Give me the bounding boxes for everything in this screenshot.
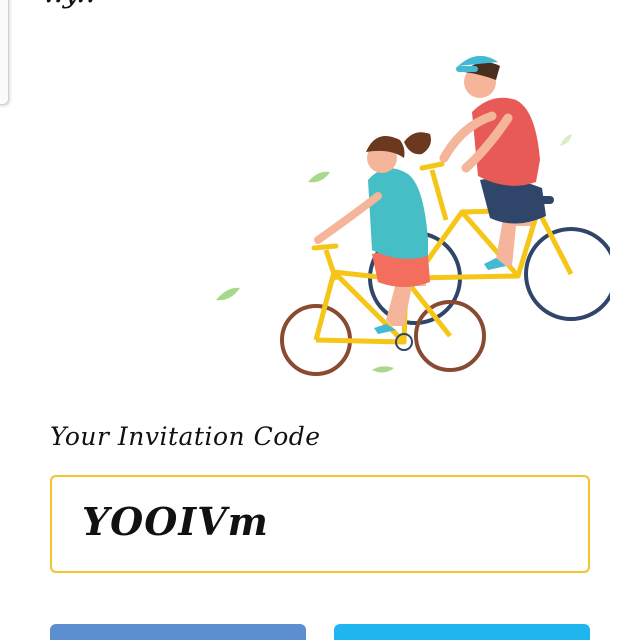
primary-action-button[interactable] [50, 624, 306, 640]
secondary-action-button[interactable] [334, 624, 590, 640]
leaf-icon [372, 366, 394, 373]
leaf-icon [560, 134, 572, 146]
woman-rider [314, 132, 431, 334]
invitation-code-label: Your Invitation Code [50, 422, 321, 451]
leaf-icon [308, 171, 330, 183]
invitation-code-field[interactable]: YOOIVm [50, 475, 590, 573]
couple-cycling-illustration [216, 55, 610, 376]
invitation-code-value[interactable]: YOOIVm [82, 499, 269, 544]
invite-screen: ..y.. [0, 0, 640, 640]
leaf-icon [216, 287, 240, 301]
page-title-fragment: ..y.. [44, 0, 95, 8]
side-panel-edge[interactable] [0, 0, 9, 105]
